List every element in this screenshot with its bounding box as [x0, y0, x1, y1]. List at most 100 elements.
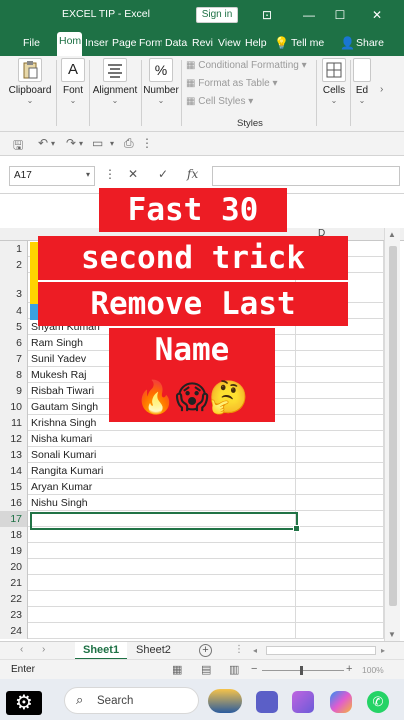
sheet-tab-sheet1[interactable]: Sheet1 — [75, 642, 128, 660]
row-header[interactable]: 10 — [0, 399, 28, 415]
undo-dropdown-icon[interactable]: ▾ — [51, 139, 55, 148]
cell-d[interactable] — [296, 607, 384, 623]
format-as-table-button[interactable]: ▦ Format as Table ▾ — [186, 78, 278, 89]
row-header[interactable]: 22 — [0, 591, 28, 607]
tab-formulas[interactable]: Form — [139, 37, 162, 49]
row-header[interactable]: 20 — [0, 559, 28, 575]
add-sheet-icon[interactable]: + — [199, 644, 212, 657]
coauthor-icon[interactable]: ⊡ — [255, 5, 279, 25]
row-header[interactable]: 24 — [0, 623, 28, 639]
row-header[interactable]: 12 — [0, 431, 28, 447]
tab-data[interactable]: Data — [165, 37, 189, 49]
cell-d[interactable] — [296, 431, 384, 447]
tab-insert[interactable]: Inser — [85, 37, 109, 49]
row-header[interactable]: 9 — [0, 383, 28, 399]
taskbar-search[interactable]: ⌕ Search — [64, 687, 199, 714]
row-header[interactable]: 11 — [0, 415, 28, 431]
cell-d[interactable] — [296, 367, 384, 383]
row-header[interactable]: 23 — [0, 607, 28, 623]
number-group[interactable]: % Number ⌄ — [142, 58, 180, 105]
cell-d[interactable] — [296, 335, 384, 351]
vertical-scrollbar[interactable]: ▲ ▼ — [384, 228, 400, 641]
zoom-out-icon[interactable]: − — [251, 663, 257, 675]
form-dropdown-icon[interactable]: ▾ — [110, 139, 114, 148]
alignment-group[interactable]: Alignment ⌄ — [90, 58, 140, 105]
zoom-level[interactable]: 100% — [362, 665, 384, 675]
share-button[interactable]: Share — [356, 37, 384, 49]
lightbulb-icon[interactable]: 💡 — [274, 36, 289, 50]
scroll-thumb[interactable] — [389, 246, 397, 606]
row-header[interactable]: 19 — [0, 543, 28, 559]
redo-dropdown-icon[interactable]: ▾ — [79, 139, 83, 148]
row-header[interactable]: 14 — [0, 463, 28, 479]
row-header[interactable]: 3 — [0, 273, 28, 303]
weather-widget-icon[interactable] — [208, 689, 242, 713]
whatsapp-icon[interactable]: ✆ — [367, 691, 389, 713]
sheet-options-icon[interactable]: ⋮ — [234, 644, 244, 655]
row-header[interactable]: 8 — [0, 367, 28, 383]
row-header[interactable]: 13 — [0, 447, 28, 463]
tab-review[interactable]: Revi — [192, 37, 214, 49]
cancel-icon[interactable]: ✕ — [128, 167, 138, 181]
row-header[interactable]: 17 — [0, 511, 28, 527]
cell-a[interactable]: Rangita Kumari — [31, 463, 296, 479]
editing-group[interactable]: Ed ⌄ — [352, 58, 372, 105]
row-header[interactable]: 4 — [0, 303, 28, 319]
name-box[interactable]: A17 ▾ — [9, 166, 95, 186]
cell-d[interactable] — [296, 383, 384, 399]
cell-a[interactable] — [31, 623, 296, 639]
cell-d[interactable] — [296, 399, 384, 415]
save-icon[interactable]: 🖫 — [13, 136, 23, 157]
row-header[interactable]: 15 — [0, 479, 28, 495]
clipboard-group[interactable]: Clipboard ⌄ — [6, 58, 54, 105]
cell-a[interactable]: Aryan Kumar — [31, 479, 296, 495]
tab-file[interactable]: File — [23, 37, 40, 49]
zoom-slider-knob[interactable] — [300, 666, 303, 675]
cell-d[interactable] — [296, 559, 384, 575]
cell-styles-button[interactable]: ▦ Cell Styles ▾ — [186, 96, 253, 107]
next-sheet-icon[interactable]: › — [42, 644, 45, 655]
page-layout-view-icon[interactable]: ▤ — [201, 663, 211, 676]
tab-view[interactable]: View — [218, 37, 242, 49]
row-header[interactable]: 2 — [0, 257, 28, 273]
cell-d[interactable] — [296, 591, 384, 607]
cell-a[interactable]: Sonali Kumari — [31, 447, 296, 463]
page-break-view-icon[interactable]: ▥ — [229, 663, 239, 676]
row-header[interactable]: 16 — [0, 495, 28, 511]
cell-d[interactable] — [296, 351, 384, 367]
cell-d[interactable] — [296, 511, 384, 527]
cell-a[interactable] — [31, 543, 296, 559]
settings-gear-icon[interactable]: ⚙ — [6, 691, 42, 715]
cell-a[interactable] — [31, 559, 296, 575]
scroll-up-icon[interactable]: ▲ — [388, 230, 396, 239]
close-button[interactable]: ✕ — [365, 5, 389, 25]
hscroll-left-icon[interactable]: ◂ — [253, 646, 257, 655]
teams-icon[interactable] — [256, 691, 278, 713]
sign-in-button[interactable]: Sign in — [196, 7, 238, 23]
enter-icon[interactable]: ✓ — [158, 167, 168, 181]
font-group[interactable]: A Font ⌄ — [58, 58, 88, 105]
row-header[interactable]: 18 — [0, 527, 28, 543]
conditional-formatting-button[interactable]: ▦ Conditional Formatting ▾ — [186, 60, 307, 71]
cell-d[interactable] — [296, 415, 384, 431]
formula-input[interactable] — [212, 166, 400, 186]
undo-icon[interactable]: ↶ — [38, 136, 48, 150]
cell-d[interactable] — [296, 623, 384, 639]
zoom-slider[interactable] — [262, 670, 344, 671]
ribbon-scroll-right-icon[interactable]: › — [380, 84, 383, 95]
tell-me-search[interactable]: Tell me — [291, 37, 324, 49]
share-icon[interactable]: 👤 — [340, 36, 355, 50]
copilot-icon[interactable] — [330, 691, 352, 713]
tab-page-layout[interactable]: Page — [112, 37, 136, 49]
formula-bar-menu-icon[interactable]: ⋮ — [104, 167, 116, 181]
cell-d[interactable] — [296, 447, 384, 463]
cells-group[interactable]: Cells ⌄ — [320, 58, 348, 105]
tab-home[interactable]: Hom — [57, 32, 82, 56]
clipchamp-icon[interactable] — [292, 691, 314, 713]
cell-a[interactable]: Nisha kumari — [31, 431, 296, 447]
horizontal-scrollbar[interactable] — [266, 646, 376, 655]
form-icon[interactable]: ▭ — [92, 136, 103, 150]
row-header[interactable]: 7 — [0, 351, 28, 367]
row-header[interactable]: 6 — [0, 335, 28, 351]
cell-d[interactable] — [296, 479, 384, 495]
